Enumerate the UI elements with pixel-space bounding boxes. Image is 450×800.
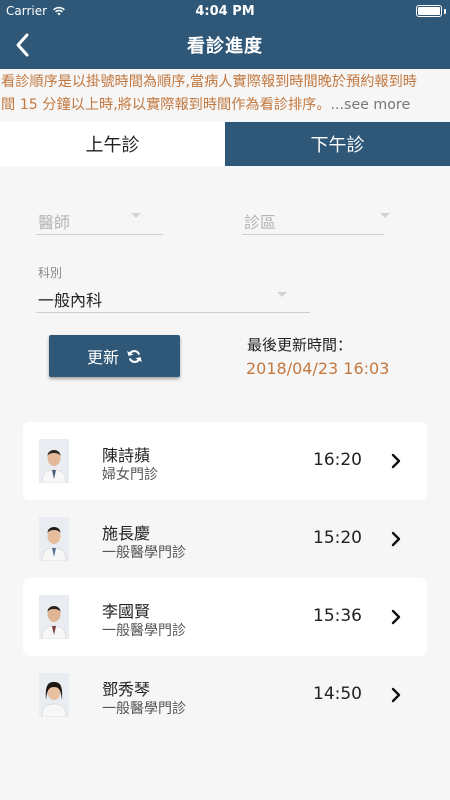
- status-time: 4:04 PM: [195, 4, 255, 19]
- chevron-down-icon: [277, 292, 287, 297]
- doctor-name: 李國賢: [102, 602, 151, 621]
- tab-afternoon[interactable]: 下午診: [225, 122, 450, 166]
- doctor-row[interactable]: 李國賢 一般醫學門診 15:36: [23, 578, 427, 656]
- chevron-down-icon: [380, 213, 390, 218]
- battery-icon: [416, 5, 442, 17]
- doctor-avatar: [39, 439, 69, 483]
- doctor-row[interactable]: 鄧秀琴 一般醫學門診 14:50: [23, 656, 427, 734]
- page-title: 看診進度: [187, 36, 263, 57]
- doctor-dept: 一般醫學門診: [102, 545, 186, 561]
- doctor-name: 施長慶: [102, 524, 151, 543]
- notice-line-2: 間 15 分鐘以上時,將以實際報到時間作為看診排序。: [1, 97, 331, 113]
- chevron-right-icon: [391, 609, 401, 625]
- chevron-right-icon: [391, 531, 401, 547]
- chevron-right-icon: [391, 687, 401, 703]
- nav-bar: 看診進度: [0, 22, 450, 66]
- refresh-button-label: 更新: [86, 348, 119, 367]
- doctor-row[interactable]: 陳詩蘋 婦女門診 16:20: [23, 422, 427, 500]
- chevron-right-icon: [391, 453, 401, 469]
- last-update-label: 最後更新時間：: [247, 336, 353, 354]
- dept-select-value: 一般內科: [38, 291, 103, 310]
- doctor-dept: 一般醫學門診: [102, 701, 186, 717]
- area-select[interactable]: 診區: [242, 205, 390, 235]
- doctor-dept: 婦女門診: [102, 467, 158, 483]
- session-tabs: 上午診 下午診: [0, 122, 450, 166]
- doctor-dept: 一般醫學門診: [102, 623, 186, 639]
- refresh-icon: [127, 349, 142, 363]
- doctor-time: 15:20: [313, 528, 362, 548]
- battery-tip: [444, 9, 446, 14]
- doctor-name: 陳詩蘋: [102, 446, 151, 465]
- doctor-name: 鄧秀琴: [102, 680, 151, 699]
- doctor-select-placeholder: 醫師: [38, 213, 71, 232]
- doctor-time: 16:20: [313, 450, 362, 470]
- tab-morning[interactable]: 上午診: [0, 122, 225, 166]
- doctor-row[interactable]: 施長慶 一般醫學門診 15:20: [23, 500, 427, 578]
- status-bar: Carrier 4:04 PM: [0, 0, 450, 22]
- doctor-avatar: [39, 673, 69, 717]
- notice-text: 看診順序是以掛號時間為順序,當病人實際報到時間晚於預約報到時 間 15 分鐘以上…: [0, 69, 450, 119]
- see-more-link[interactable]: ...see more: [331, 97, 411, 113]
- chevron-down-icon: [131, 213, 141, 218]
- dept-label: 科別: [38, 266, 63, 280]
- doctor-list: 陳詩蘋 婦女門診 16:20 施長慶 一般醫學門診 15:20 李國賢 一般醫學…: [23, 422, 427, 734]
- doctor-avatar: [39, 595, 69, 639]
- doctor-time: 14:50: [313, 684, 362, 704]
- doctor-select[interactable]: 醫師: [36, 205, 163, 235]
- last-update-value: 2018/04/23 16:03: [246, 359, 390, 378]
- dept-select[interactable]: 一般內科: [36, 281, 310, 313]
- refresh-button[interactable]: 更新: [49, 335, 180, 377]
- doctor-time: 15:36: [313, 606, 362, 626]
- doctor-avatar: [39, 517, 69, 561]
- notice-line-1: 看診順序是以掛號時間為順序,當病人實際報到時間晚於預約報到時: [1, 74, 417, 90]
- area-select-placeholder: 診區: [244, 213, 277, 232]
